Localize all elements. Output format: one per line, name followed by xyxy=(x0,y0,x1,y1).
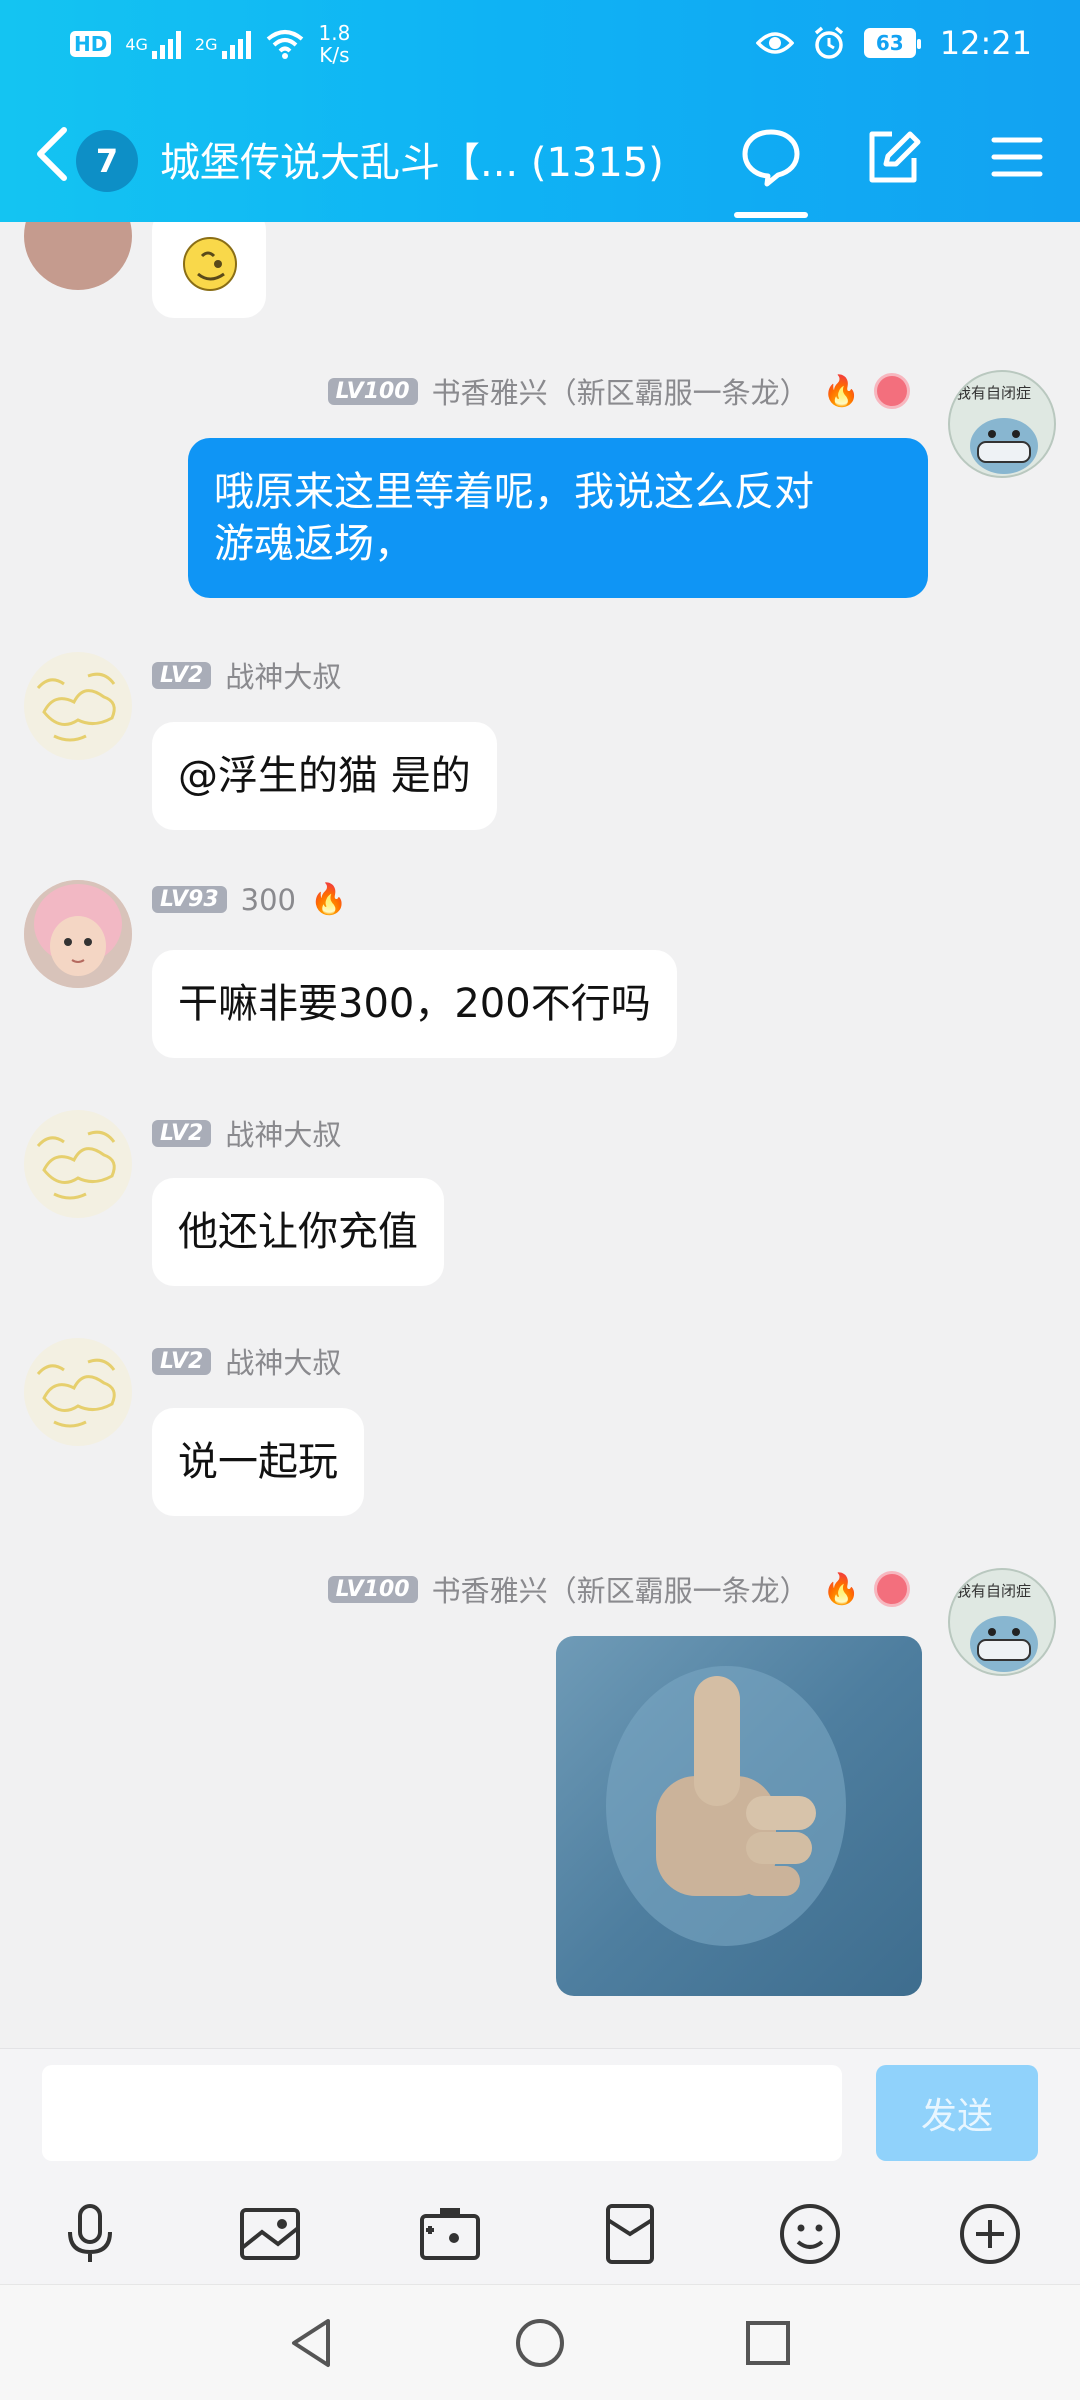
sender-meta: LV100 书香雅兴（新区霸服一条龙） 🔥 xyxy=(327,1568,910,1610)
avatar[interactable] xyxy=(24,880,132,988)
fire-icon: 🔥 xyxy=(310,882,348,917)
status-bar: HD 4G 2G 1.8 K/s 63 12:21 xyxy=(0,0,1080,90)
mascot-icon xyxy=(970,1616,1038,1672)
message-bubble[interactable]: @浮生的猫 是的 xyxy=(152,722,497,830)
mascot-icon xyxy=(970,418,1038,474)
message-bubble[interactable]: 干嘛非要300，200不行吗 xyxy=(152,950,677,1058)
message-list[interactable]: LV100 书香雅兴（新区霸服一条龙） 🔥 我有自闭症 哦原来这里等着呢，我说这… xyxy=(0,222,1080,2048)
hd-indicator: HD xyxy=(70,31,112,57)
nav-row: 7 城堡传说大乱斗【... (1315) xyxy=(0,110,1080,218)
level-badge: LV2 xyxy=(152,1119,212,1147)
sender-name[interactable]: 书香雅兴（新区霸服一条龙） xyxy=(432,1568,809,1610)
net-speed: 1.8 K/s xyxy=(319,22,351,66)
cloud-pattern-icon xyxy=(36,1358,116,1428)
image-message[interactable] xyxy=(556,1636,922,1996)
sender-meta: LV93 300 🔥 xyxy=(152,882,347,917)
baby-photo-icon xyxy=(24,880,132,988)
avatar[interactable] xyxy=(24,222,132,290)
message-bubble[interactable]: 说一起玩 xyxy=(152,1408,364,1516)
back-arrow-icon[interactable] xyxy=(32,124,72,184)
message-bubble[interactable]: 他还让你充值 xyxy=(152,1178,444,1286)
emoji-icon[interactable] xyxy=(774,2198,846,2270)
active-tab-indicator xyxy=(734,212,808,218)
fire-icon: 🔥 xyxy=(822,1571,860,1607)
camera-icon[interactable] xyxy=(414,2198,486,2270)
thumbs-up-image xyxy=(606,1666,846,1946)
sender-name[interactable]: 战神大叔 xyxy=(225,1340,341,1382)
smile-badge-icon xyxy=(874,1571,910,1607)
sender-name[interactable]: 300 xyxy=(241,883,296,917)
avatar[interactable] xyxy=(24,1110,132,1218)
eye-icon xyxy=(755,32,794,54)
edit-icon[interactable] xyxy=(862,126,924,188)
nav-home-icon[interactable] xyxy=(512,2315,568,2371)
nav-back-icon[interactable] xyxy=(284,2315,340,2371)
sender-name[interactable]: 战神大叔 xyxy=(225,654,341,696)
plus-icon[interactable] xyxy=(954,2198,1026,2270)
cloud-pattern-icon xyxy=(36,1130,116,1200)
grin-emoji-icon xyxy=(183,237,237,291)
level-badge: LV2 xyxy=(152,661,212,689)
sender-name[interactable]: 战神大叔 xyxy=(225,1112,341,1154)
chat-bubble-icon[interactable] xyxy=(740,126,802,188)
level-badge: LV100 xyxy=(327,1575,418,1603)
net-speed-value: 1.8 xyxy=(318,21,351,45)
signal-icon-2 xyxy=(221,29,251,59)
clock: 12:21 xyxy=(939,24,1032,62)
net1-label: 4G xyxy=(125,34,148,54)
wifi-icon xyxy=(266,30,303,59)
net2-label: 2G xyxy=(194,34,218,54)
avatar-self[interactable]: 我有自闭症 xyxy=(948,1568,1056,1676)
mic-icon[interactable] xyxy=(54,2198,126,2270)
avatar[interactable] xyxy=(24,1338,132,1446)
sender-meta: LV100 书香雅兴（新区霸服一条龙） 🔥 xyxy=(327,370,910,412)
red-packet-icon[interactable] xyxy=(594,2198,666,2270)
unread-badge[interactable]: 7 xyxy=(76,130,138,192)
image-icon[interactable] xyxy=(234,2198,306,2270)
signal-icon xyxy=(151,29,181,59)
sender-name[interactable]: 书香雅兴（新区霸服一条龙） xyxy=(432,370,809,412)
header-bar: HD 4G 2G 1.8 K/s 63 12:21 7 城堡传说大乱斗【... … xyxy=(0,0,1080,222)
sender-meta: LV2 战神大叔 xyxy=(152,654,341,696)
sender-meta: LV2 战神大叔 xyxy=(152,1112,341,1154)
send-button[interactable]: 发送 xyxy=(876,2065,1038,2161)
cloud-pattern-icon xyxy=(36,672,116,742)
sender-meta: LV2 战神大叔 xyxy=(152,1340,341,1382)
fire-icon: 🔥 xyxy=(822,373,860,409)
level-badge: LV2 xyxy=(152,1347,212,1375)
sticker-bubble[interactable] xyxy=(152,222,266,318)
input-toolbar xyxy=(0,2184,1080,2284)
group-title[interactable]: 城堡传说大乱斗【... (1315) xyxy=(160,130,700,188)
message-input[interactable] xyxy=(42,2065,842,2161)
avatar-self[interactable]: 我有自闭症 xyxy=(948,370,1056,478)
level-badge: LV100 xyxy=(327,377,418,405)
level-badge: LV93 xyxy=(152,886,227,913)
input-bar: 发送 xyxy=(0,2048,1080,2184)
smile-badge-icon xyxy=(874,373,910,409)
menu-icon[interactable] xyxy=(986,126,1048,188)
net-speed-unit: K/s xyxy=(319,43,350,67)
avatar[interactable] xyxy=(24,652,132,760)
alarm-icon xyxy=(814,26,843,59)
nav-recents-icon[interactable] xyxy=(740,2315,796,2371)
message-bubble[interactable]: 哦原来这里等着呢，我说这么反对 游魂返场， xyxy=(188,438,928,598)
system-nav-bar xyxy=(0,2284,1080,2400)
battery-icon: 63 xyxy=(863,28,921,58)
